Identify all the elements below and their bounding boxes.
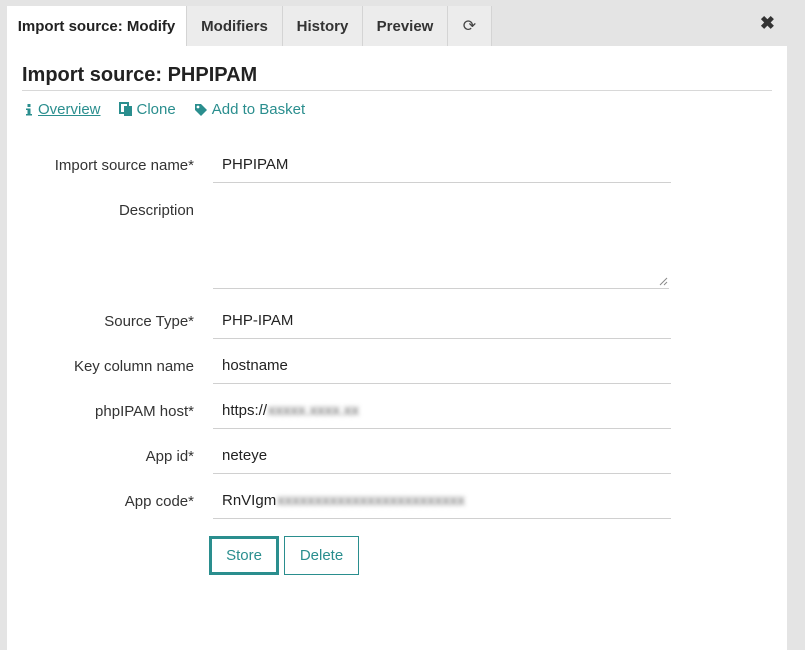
clone-link[interactable]: Clone (118, 101, 176, 118)
add-to-basket-label: Add to Basket (211, 101, 306, 118)
host-value-prefix: https:// (222, 401, 268, 419)
app-id-value: neteye (222, 446, 268, 464)
info-icon (24, 103, 34, 117)
app-id-input[interactable]: neteye (213, 437, 671, 474)
import-source-name-input[interactable]: PHPIPAM (213, 146, 671, 183)
tab-history[interactable]: History (283, 6, 363, 46)
key-column-label: Key column name (73, 358, 194, 375)
resize-handle-icon[interactable] (659, 277, 668, 286)
tab-import-source-modify[interactable]: Import source: Modify (7, 6, 187, 46)
page-title: Import source: PHPIPAM (22, 64, 258, 86)
title-divider (22, 90, 772, 91)
app-id-label: App id* (145, 448, 194, 465)
tab-preview[interactable]: Preview (363, 6, 448, 46)
app-code-redacted: xxxxxxxxxxxxxxxxxxxxxxxxx (277, 491, 465, 509)
tab-label: History (296, 17, 349, 35)
host-value-redacted: xxxxx.xxxx.xx (268, 401, 359, 419)
source-type-select[interactable]: PHP-IPAM (213, 302, 671, 339)
store-button[interactable]: Store (209, 536, 279, 575)
key-column-input[interactable]: hostname (213, 347, 671, 384)
refresh-tab[interactable]: ⟳ (448, 6, 492, 46)
host-label: phpIPAM host* (95, 403, 194, 420)
tab-bar: Import source: Modify Modifiers History … (0, 0, 805, 46)
overview-link[interactable]: Overview (24, 101, 101, 118)
tab-modifiers[interactable]: Modifiers (187, 6, 283, 46)
tag-icon (194, 103, 208, 117)
close-icon[interactable]: ✖ (760, 14, 775, 32)
main-panel: Import source: PHPIPAM Overview Clone Ad… (7, 46, 787, 650)
description-textarea[interactable] (213, 196, 669, 289)
app-code-prefix: RnVIgm (222, 491, 277, 509)
app-code-input[interactable]: RnVIgm xxxxxxxxxxxxxxxxxxxxxxxxx (213, 482, 671, 519)
description-label: Description (118, 202, 194, 219)
clone-label: Clone (136, 101, 176, 118)
source-type-label: Source Type* (104, 313, 194, 330)
import-source-name-label: Import source name* (54, 157, 194, 174)
copy-icon (118, 102, 133, 117)
add-to-basket-link[interactable]: Add to Basket (194, 101, 305, 118)
tab-label: Modifiers (201, 17, 268, 35)
overview-label: Overview (38, 101, 101, 118)
refresh-icon: ⟳ (462, 18, 477, 35)
delete-button[interactable]: Delete (284, 536, 359, 575)
tab-label: Preview (376, 17, 434, 35)
source-type-value: PHP-IPAM (222, 311, 294, 329)
tab-label: Import source: Modify (17, 17, 176, 35)
import-source-name-value: PHPIPAM (222, 155, 289, 173)
app-code-label: App code* (124, 493, 194, 510)
host-input[interactable]: https:// xxxxx.xxxx.xx (213, 392, 671, 429)
action-links: Overview Clone Add to Basket (24, 101, 305, 118)
key-column-value: hostname (222, 356, 288, 374)
